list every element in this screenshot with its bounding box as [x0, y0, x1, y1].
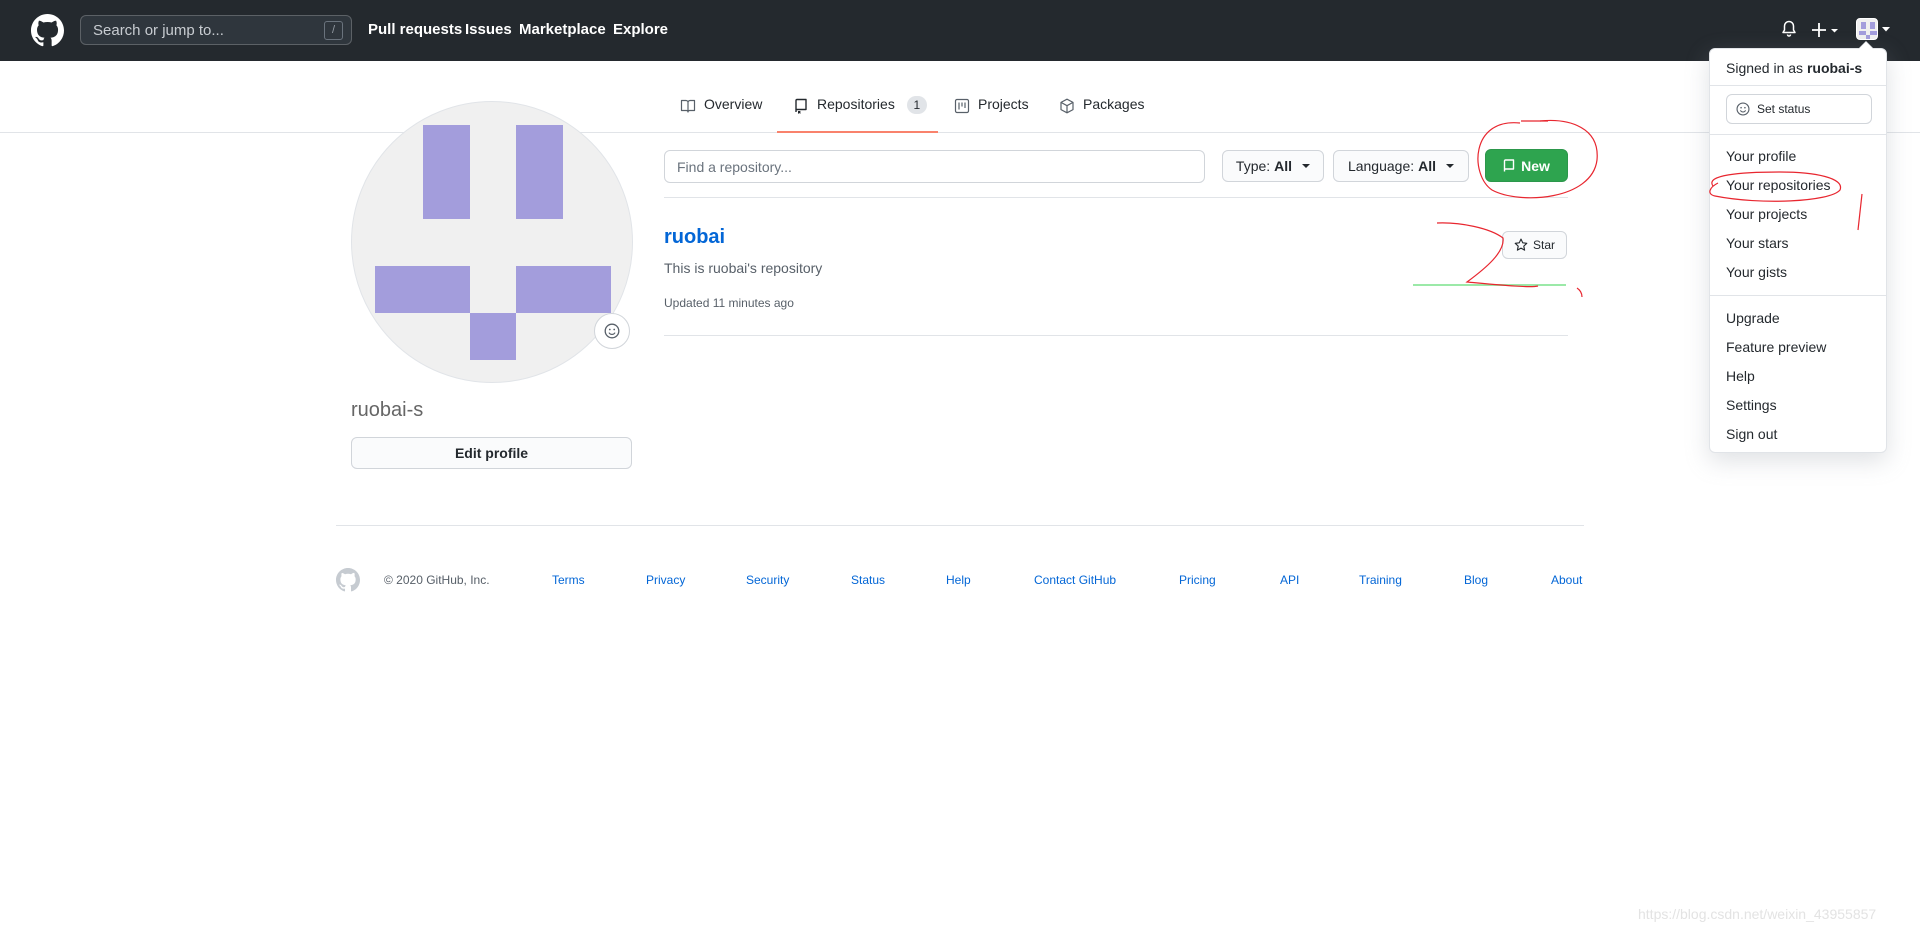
footer-link-help[interactable]: Help: [946, 573, 971, 587]
nav-pull-requests[interactable]: Pull requests: [368, 21, 462, 38]
set-status-emoji-button[interactable]: [594, 313, 630, 349]
caret-down-icon: [1446, 164, 1455, 168]
set-status-button[interactable]: Set status: [1726, 94, 1872, 124]
menu-item-sign-out[interactable]: Sign out: [1726, 426, 1777, 442]
watermark-text: https://blog.csdn.net/weixin_43955857: [1638, 906, 1877, 922]
signed-in-username: ruobai-s: [1806, 60, 1863, 76]
menu-item-help[interactable]: Help: [1726, 368, 1755, 384]
type-filter-label: Type:: [1235, 158, 1271, 174]
menu-divider: [1710, 295, 1886, 296]
identicon-image: [375, 125, 611, 360]
profile-username: ruobai-s: [351, 399, 424, 421]
star-icon: [1514, 238, 1528, 251]
footer-link-api[interactable]: API: [1280, 573, 1299, 587]
nav-marketplace[interactable]: Marketplace: [519, 21, 606, 38]
language-filter-label: Language:: [1347, 158, 1415, 174]
type-filter-value: All: [1274, 158, 1293, 174]
chevron-down-icon: [1882, 27, 1890, 32]
tab-packages[interactable]: Packages: [1059, 96, 1144, 132]
tab-label: Packages: [1083, 96, 1145, 112]
book-icon: [680, 99, 696, 113]
menu-item-your-profile[interactable]: Your profile: [1726, 148, 1796, 164]
tab-label: Projects: [978, 96, 1029, 112]
tab-repositories[interactable]: Repositories 1: [777, 96, 938, 133]
language-filter-value: All: [1418, 158, 1437, 174]
footer-link-about[interactable]: About: [1551, 573, 1582, 587]
menu-item-upgrade[interactable]: Upgrade: [1726, 310, 1780, 326]
menu-divider: [1710, 85, 1886, 86]
tab-label: Overview: [704, 96, 763, 112]
footer-link-security[interactable]: Security: [746, 573, 789, 587]
type-filter-dropdown[interactable]: Type: All: [1222, 150, 1324, 182]
footer-link-status[interactable]: Status: [851, 573, 885, 587]
nav-issues[interactable]: Issues: [465, 21, 512, 38]
new-repository-button[interactable]: New: [1485, 149, 1568, 182]
smiley-icon: [1736, 102, 1750, 116]
repository-name-link[interactable]: ruobai: [664, 226, 725, 249]
new-button-label: New: [1521, 157, 1550, 174]
footer-copyright: © 2020 GitHub, Inc.: [384, 573, 490, 587]
find-repository-input[interactable]: [664, 150, 1205, 183]
list-divider: [664, 335, 1568, 336]
repo-icon: [1503, 158, 1515, 171]
star-label: Star: [1532, 238, 1555, 252]
footer-divider: [336, 525, 1584, 526]
menu-item-your-projects[interactable]: Your projects: [1726, 206, 1807, 222]
star-button[interactable]: Star: [1502, 231, 1567, 259]
footer-link-pricing[interactable]: Pricing: [1179, 573, 1216, 587]
tab-overview[interactable]: Overview: [680, 96, 762, 132]
menu-item-your-gists[interactable]: Your gists: [1726, 264, 1787, 280]
footer-link-privacy[interactable]: Privacy: [646, 573, 685, 587]
profile-avatar[interactable]: [351, 101, 633, 383]
avatar: [1856, 18, 1878, 40]
language-filter-dropdown[interactable]: Language: All: [1333, 150, 1469, 182]
menu-item-settings[interactable]: Settings: [1726, 397, 1777, 413]
menu-divider: [1710, 134, 1886, 135]
footer-link-training[interactable]: Training: [1359, 573, 1402, 587]
menu-item-your-stars[interactable]: Your stars: [1726, 235, 1789, 251]
menu-item-feature-preview[interactable]: Feature preview: [1726, 339, 1826, 355]
global-search[interactable]: /: [80, 15, 352, 45]
package-icon: [1060, 98, 1074, 114]
repository-updated-time: Updated 11 minutes ago: [664, 296, 794, 310]
red-annotation-overlay: [1436, 119, 1863, 298]
signed-in-prefix: Signed in as: [1726, 60, 1804, 76]
smiley-icon: [604, 323, 620, 339]
tabs-divider: [0, 132, 1920, 133]
repo-icon: [795, 98, 807, 114]
signed-in-as-text: Signed in as ruobai-s: [1726, 60, 1862, 76]
caret-down-icon: [1302, 164, 1311, 168]
tab-label: Repositories: [817, 96, 895, 112]
global-header: / Pull requests Issues Marketplace Explo…: [0, 0, 1920, 61]
github-footer-logo-icon[interactable]: [336, 568, 360, 592]
project-icon: [954, 98, 970, 114]
github-logo-icon[interactable]: [31, 14, 64, 47]
footer-link-terms[interactable]: Terms: [552, 573, 585, 587]
repository-description: This is ruobai's repository: [664, 260, 823, 276]
repo-count-badge: 1: [906, 96, 927, 114]
bell-icon[interactable]: [1781, 20, 1797, 38]
menu-item-your-repositories[interactable]: Your repositories: [1726, 177, 1831, 193]
create-new-plus-icon[interactable]: [1812, 22, 1840, 38]
set-status-label: Set status: [1757, 102, 1811, 116]
search-shortcut-key: /: [324, 21, 343, 40]
activity-graph: [1413, 284, 1566, 286]
edit-profile-button[interactable]: Edit profile: [351, 437, 632, 469]
list-divider: [664, 197, 1568, 198]
user-dropdown-menu: Signed in as ruobai-s Set status Your pr…: [1709, 41, 1887, 453]
search-input[interactable]: [81, 16, 351, 44]
footer-link-contact-github[interactable]: Contact GitHub: [1034, 573, 1116, 587]
nav-explore[interactable]: Explore: [613, 21, 668, 38]
user-avatar-menu-button[interactable]: [1856, 18, 1890, 42]
footer-link-blog[interactable]: Blog: [1464, 573, 1488, 587]
annotation-stroke: [1576, 287, 1583, 298]
tab-projects[interactable]: Projects: [954, 96, 1029, 132]
